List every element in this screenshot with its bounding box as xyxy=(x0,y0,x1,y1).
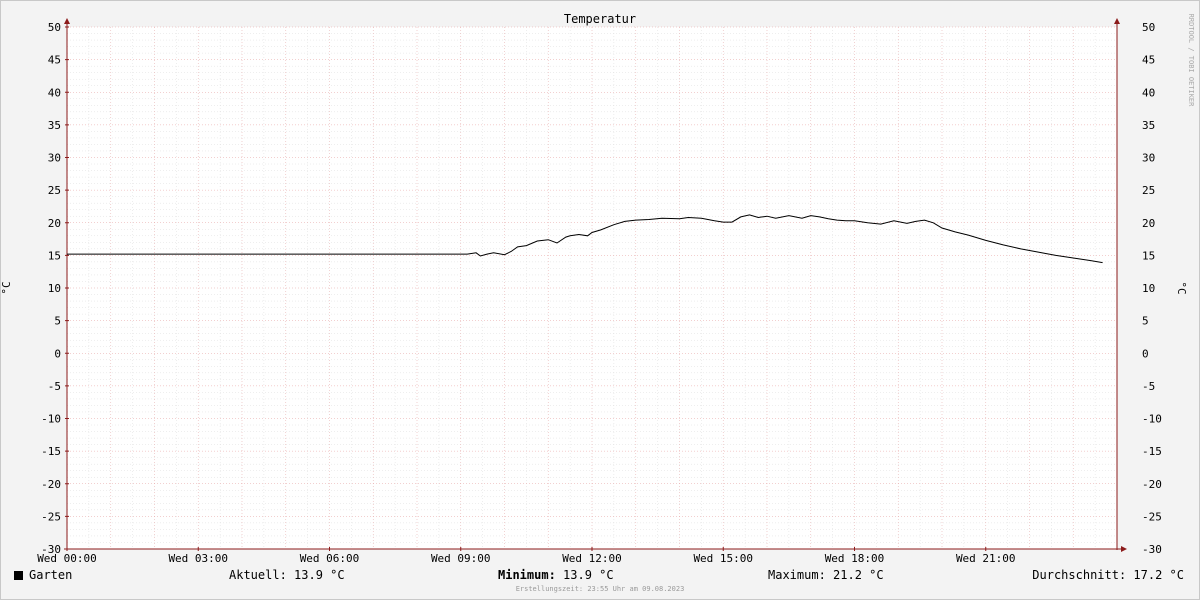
x-tick-label: Wed 06:00 xyxy=(300,552,360,565)
y-tick-label-left: 50 xyxy=(48,21,61,34)
y-tick-label-left: -15 xyxy=(41,445,61,458)
y-tick-label-left: 35 xyxy=(48,119,61,132)
y-tick-label-left: -25 xyxy=(41,510,61,523)
y-tick-label-left: 45 xyxy=(48,54,61,67)
y-tick-label-left: 15 xyxy=(48,249,61,262)
y-tick-label-left: -5 xyxy=(48,380,61,393)
y-tick-label-left: 0 xyxy=(54,347,61,360)
x-tick-label: Wed 09:00 xyxy=(431,552,491,565)
y-tick-label-left: 25 xyxy=(48,184,61,197)
creation-time: Erstellungszeit: 23:55 Uhr am 09.08.2023 xyxy=(515,585,685,593)
legend-minimum: Minimum: 13.9 °C xyxy=(498,568,614,582)
y-tick-label-left: 30 xyxy=(48,152,61,165)
y-tick-label-right: 25 xyxy=(1142,184,1155,197)
y-tick-label-left: 20 xyxy=(48,217,61,230)
x-tick-label: Wed 18:00 xyxy=(825,552,885,565)
y-axis-label-left: °C xyxy=(0,281,13,294)
y-axis-label-right: °C xyxy=(1175,281,1188,294)
x-axis-arrow xyxy=(1121,546,1127,552)
legend-minimum-label: Minimum: xyxy=(498,568,556,582)
x-tick-label: Wed 21:00 xyxy=(956,552,1016,565)
legend-average: Durchschnitt: 17.2 °C xyxy=(1032,568,1184,582)
y-axis-arrow-left xyxy=(64,18,70,24)
legend-minimum-value: 13.9 °C xyxy=(563,568,614,582)
y-tick-label-right: 40 xyxy=(1142,86,1155,99)
y-axis-arrow-right xyxy=(1114,18,1120,24)
x-tick-label: Wed 03:00 xyxy=(168,552,228,565)
y-tick-label-right: 35 xyxy=(1142,119,1155,132)
chart-title: Temperatur xyxy=(564,12,636,26)
x-tick-label: Wed 15:00 xyxy=(693,552,753,565)
legend-swatch xyxy=(14,571,23,580)
y-tick-label-left: -20 xyxy=(41,478,61,491)
y-tick-label-right: -25 xyxy=(1142,510,1162,523)
legend: Garten Aktuell: 13.9 °C Minimum: 13.9 °C… xyxy=(0,566,1200,586)
y-tick-label-right: 10 xyxy=(1142,282,1155,295)
legend-current: Aktuell: 13.9 °C xyxy=(229,568,345,582)
y-tick-label-right: 20 xyxy=(1142,217,1155,230)
y-tick-label-right: -15 xyxy=(1142,445,1162,458)
y-tick-label-right: -10 xyxy=(1142,413,1162,426)
y-tick-label-left: 5 xyxy=(54,315,61,328)
y-tick-label-right: 45 xyxy=(1142,54,1155,67)
y-tick-label-right: 15 xyxy=(1142,249,1155,262)
x-tick-label: Wed 00:00 xyxy=(37,552,97,565)
y-tick-label-right: -5 xyxy=(1142,380,1155,393)
y-tick-label-left: -10 xyxy=(41,413,61,426)
y-tick-label-left: 40 xyxy=(48,86,61,99)
y-tick-label-right: 50 xyxy=(1142,21,1155,34)
x-tick-label: Wed 12:00 xyxy=(562,552,622,565)
temperature-chart: 50 5045 4540 4035 3530 3025 2520 2015 1510 105 50 0… xyxy=(0,12,1195,565)
legend-maximum: Maximum: 21.2 °C xyxy=(768,568,884,582)
y-tick-label-right: 5 xyxy=(1142,315,1149,328)
legend-series: Garten xyxy=(14,568,72,582)
y-tick-label-right: -20 xyxy=(1142,478,1162,491)
y-tick-label-left: 10 xyxy=(48,282,61,295)
legend-series-name: Garten xyxy=(29,568,73,582)
y-tick-label-right: 0 xyxy=(1142,347,1149,360)
y-tick-label-right: -30 xyxy=(1142,543,1162,556)
watermark: RRDTOOL / TOBI OETIKER xyxy=(1187,14,1195,108)
y-tick-label-right: 30 xyxy=(1142,152,1155,165)
grid xyxy=(67,26,1117,550)
